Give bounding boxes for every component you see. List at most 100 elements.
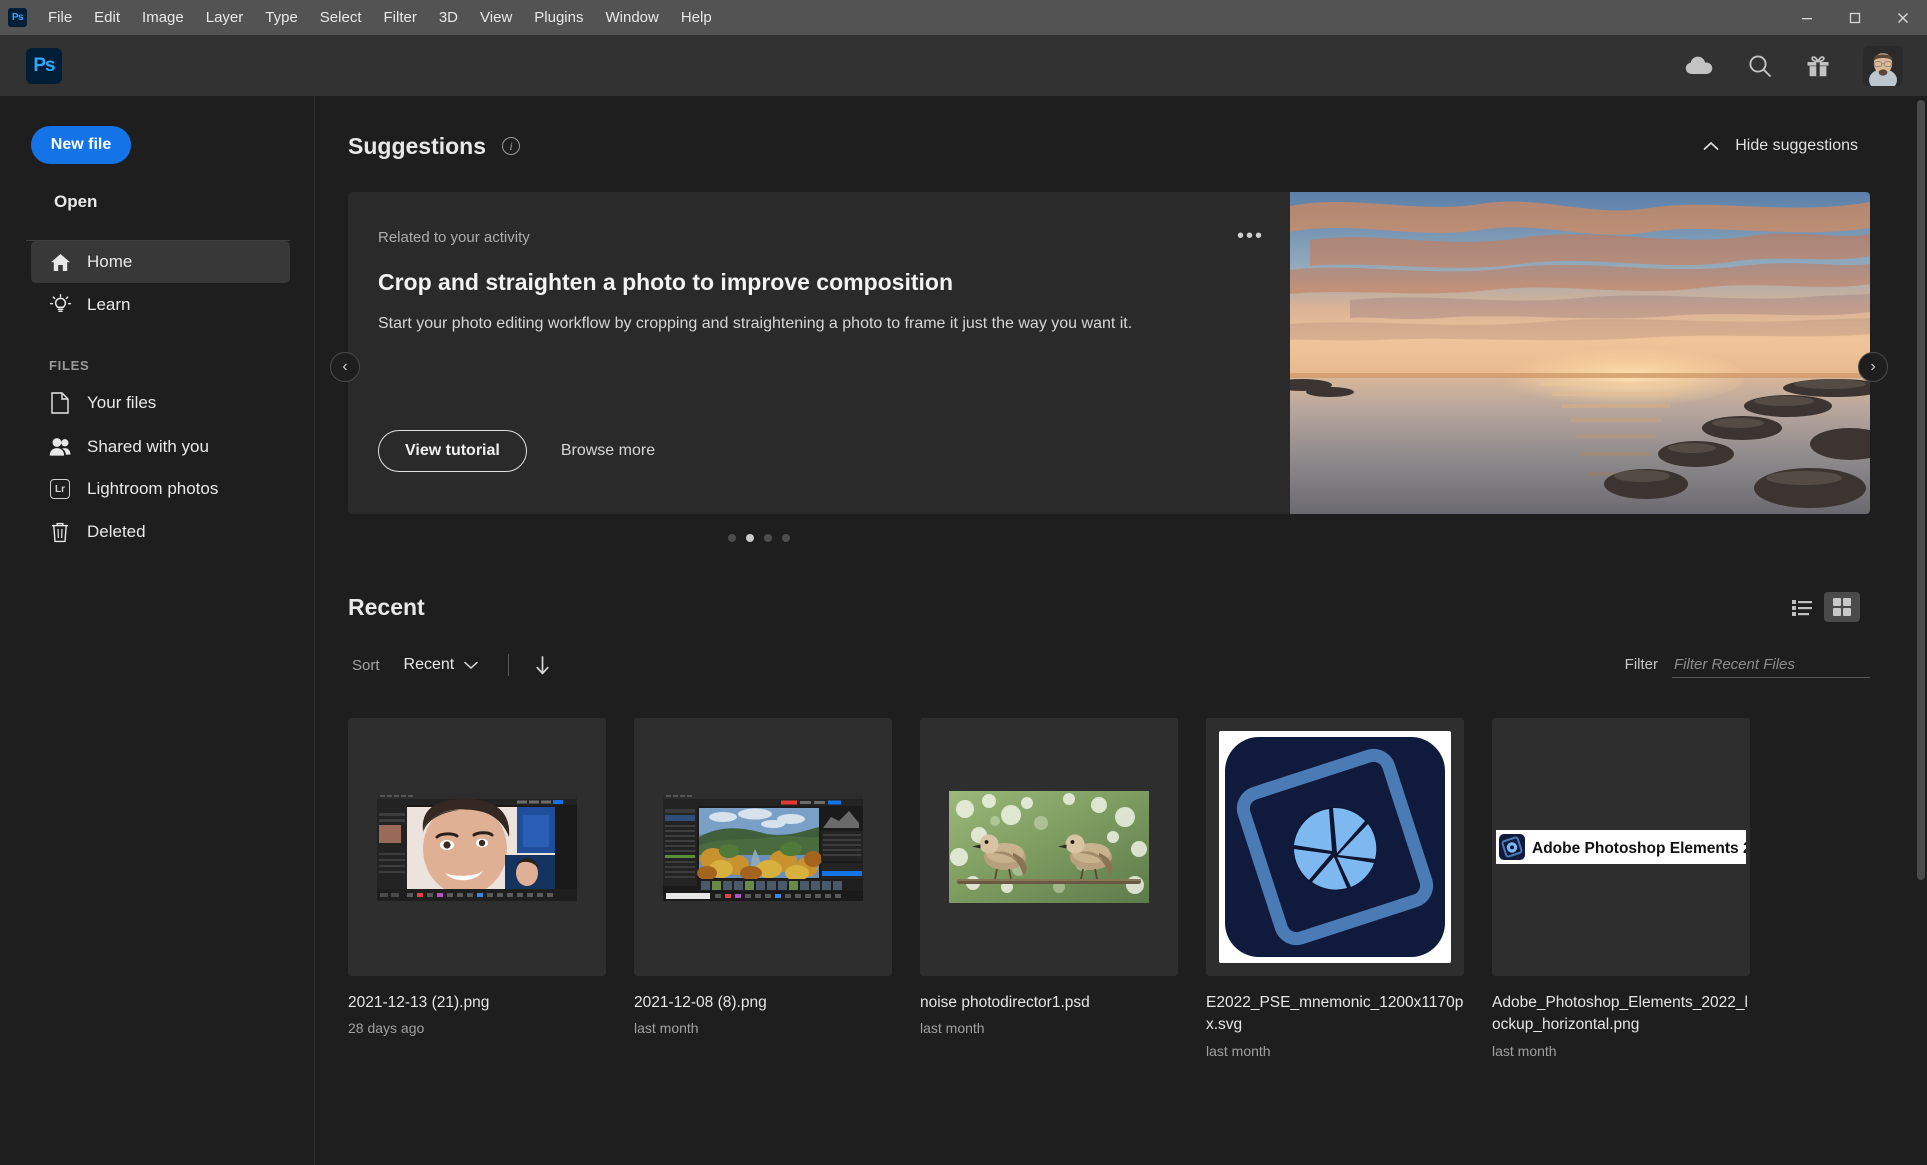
carousel-dot[interactable] — [746, 534, 754, 542]
menu-item-window[interactable]: Window — [594, 5, 669, 30]
sort-value: Recent — [404, 656, 455, 674]
file-date: last month — [920, 1020, 1178, 1036]
sidebar-item-label: Learn — [87, 295, 130, 315]
home-icon — [49, 253, 71, 272]
lightbulb-icon — [49, 294, 71, 315]
open-button[interactable]: Open — [0, 186, 314, 218]
list-view-icon[interactable] — [1784, 592, 1820, 622]
info-icon[interactable]: i — [502, 137, 520, 155]
sort-direction-button[interactable] — [535, 656, 550, 675]
file-name: E2022_PSE_mnemonic_1200x1170px.svg — [1206, 992, 1464, 1037]
recent-file-card[interactable]: 2021-12-08 (8).png last month — [634, 718, 892, 1059]
suggestion-actions: View tutorial Browse more — [378, 430, 1260, 472]
sidebar-item-label: Lightroom photos — [87, 479, 218, 499]
sidebar-item-home[interactable]: Home — [31, 241, 290, 283]
suggestion-card-content: ••• Related to your activity Crop and st… — [348, 192, 1290, 514]
browse-more-button[interactable]: Browse more — [561, 442, 655, 460]
carousel-next-button[interactable]: › — [1858, 352, 1888, 382]
carousel-prev-button[interactable]: ‹ — [330, 352, 360, 382]
file-name: 2021-12-13 (21).png — [348, 992, 606, 1014]
suggestion-kicker: Related to your activity — [378, 229, 1260, 246]
recent-file-card[interactable]: E2022_PSE_mnemonic_1200x1170px.svg last … — [1206, 718, 1464, 1059]
suggestion-card[interactable]: ••• Related to your activity Crop and st… — [348, 192, 1870, 514]
sidebar-item-deleted[interactable]: Deleted — [31, 510, 290, 554]
menu-item-type[interactable]: Type — [254, 5, 309, 30]
header-actions — [1685, 46, 1903, 86]
maximize-icon[interactable] — [1831, 0, 1879, 35]
file-name: Adobe_Photoshop_Elements_2022_lockup_hor… — [1492, 992, 1750, 1037]
new-file-button[interactable]: New file — [31, 126, 131, 164]
recent-file-card[interactable]: noise photodirector1.psd last month — [920, 718, 1178, 1059]
cloud-icon[interactable] — [1685, 55, 1715, 77]
arrow-down-icon — [535, 656, 550, 675]
close-icon[interactable] — [1879, 0, 1927, 35]
menu-item-image[interactable]: Image — [131, 5, 195, 30]
photoshop-logo: Ps — [26, 48, 62, 84]
carousel-dots — [348, 534, 1870, 542]
file-date: 28 days ago — [348, 1020, 606, 1036]
carousel-dot[interactable] — [728, 534, 736, 542]
sidebar-item-label: Shared with you — [87, 437, 209, 457]
sidebar-item-shared-with-you[interactable]: Shared with you — [31, 425, 290, 468]
suggestion-description: Start your photo editing workflow by cro… — [378, 313, 1260, 335]
minimize-icon[interactable] — [1783, 0, 1831, 35]
lockup-text: Adobe Photoshop Elements 2022 — [1532, 840, 1746, 857]
lightroom-icon: Lr — [49, 479, 71, 499]
document-icon — [49, 392, 71, 414]
window-controls — [1783, 0, 1927, 35]
recent-file-card[interactable]: Adobe Photoshop Elements 2022 Adobe_Phot… — [1492, 718, 1750, 1059]
content-edge — [314, 96, 315, 1165]
view-toggle-group — [1784, 592, 1870, 622]
menu-item-edit[interactable]: Edit — [83, 5, 131, 30]
file-thumbnail — [920, 718, 1178, 976]
filter-input[interactable] — [1672, 652, 1870, 678]
sort-dropdown[interactable]: Recent — [404, 656, 479, 674]
sidebar-group-files: FILES — [49, 358, 314, 373]
file-date: last month — [634, 1020, 892, 1036]
filter-label: Filter — [1625, 656, 1658, 673]
chevron-down-icon — [464, 661, 478, 670]
recent-files-grid: 2021-12-13 (21).png 28 days ago — [348, 718, 1870, 1059]
people-icon — [49, 436, 71, 457]
file-name: noise photodirector1.psd — [920, 992, 1178, 1014]
view-tutorial-button[interactable]: View tutorial — [378, 430, 527, 472]
recent-file-card[interactable]: 2021-12-13 (21).png 28 days ago — [348, 718, 606, 1059]
recent-controls: Sort Recent Filter — [348, 652, 1870, 678]
menu-item-file[interactable]: File — [37, 5, 83, 30]
overflow-menu-icon[interactable]: ••• — [1237, 226, 1264, 246]
file-date: last month — [1492, 1043, 1750, 1059]
grid-view-icon[interactable] — [1824, 592, 1860, 622]
main-scrollbar[interactable] — [1915, 96, 1927, 1165]
file-thumbnail: Adobe Photoshop Elements 2022 — [1492, 718, 1750, 976]
sidebar-item-your-files[interactable]: Your files — [31, 381, 290, 425]
file-thumbnail — [634, 718, 892, 976]
menu-item-help[interactable]: Help — [670, 5, 723, 30]
menu-item-3d[interactable]: 3D — [428, 5, 469, 30]
suggestions-carousel: ‹ › ••• Related to your activity Crop an… — [348, 192, 1870, 542]
menu-item-layer[interactable]: Layer — [195, 5, 255, 30]
menu-item-filter[interactable]: Filter — [373, 5, 428, 30]
sidebar-item-label: Deleted — [87, 522, 146, 542]
avatar[interactable] — [1863, 46, 1903, 86]
app-icon: Ps — [8, 8, 27, 27]
sidebar-item-lightroom-photos[interactable]: Lr Lightroom photos — [31, 468, 290, 510]
sidebar-item-learn[interactable]: Learn — [31, 283, 290, 326]
scrollbar-thumb[interactable] — [1917, 100, 1925, 880]
filter-group: Filter — [1625, 652, 1870, 678]
menu-item-select[interactable]: Select — [309, 5, 373, 30]
carousel-dot[interactable] — [782, 534, 790, 542]
main-content: Suggestions i Hide suggestions ‹ › ••• R… — [314, 96, 1927, 1165]
sort-label: Sort — [352, 657, 380, 674]
menu-item-plugins[interactable]: Plugins — [523, 5, 594, 30]
hide-suggestions-button[interactable]: Hide suggestions — [1703, 137, 1870, 155]
page-title: Suggestions — [348, 133, 486, 160]
menu-item-view[interactable]: View — [469, 5, 523, 30]
sidebar: New file Open Home Learn FILES — [0, 96, 314, 1165]
recent-header: Recent — [348, 592, 1870, 622]
carousel-dot[interactable] — [764, 534, 772, 542]
suggestions-header: Suggestions i Hide suggestions — [348, 126, 1870, 166]
search-icon[interactable] — [1747, 53, 1773, 79]
suggestion-image — [1290, 192, 1870, 514]
gift-icon[interactable] — [1805, 53, 1831, 79]
file-date: last month — [1206, 1043, 1464, 1059]
